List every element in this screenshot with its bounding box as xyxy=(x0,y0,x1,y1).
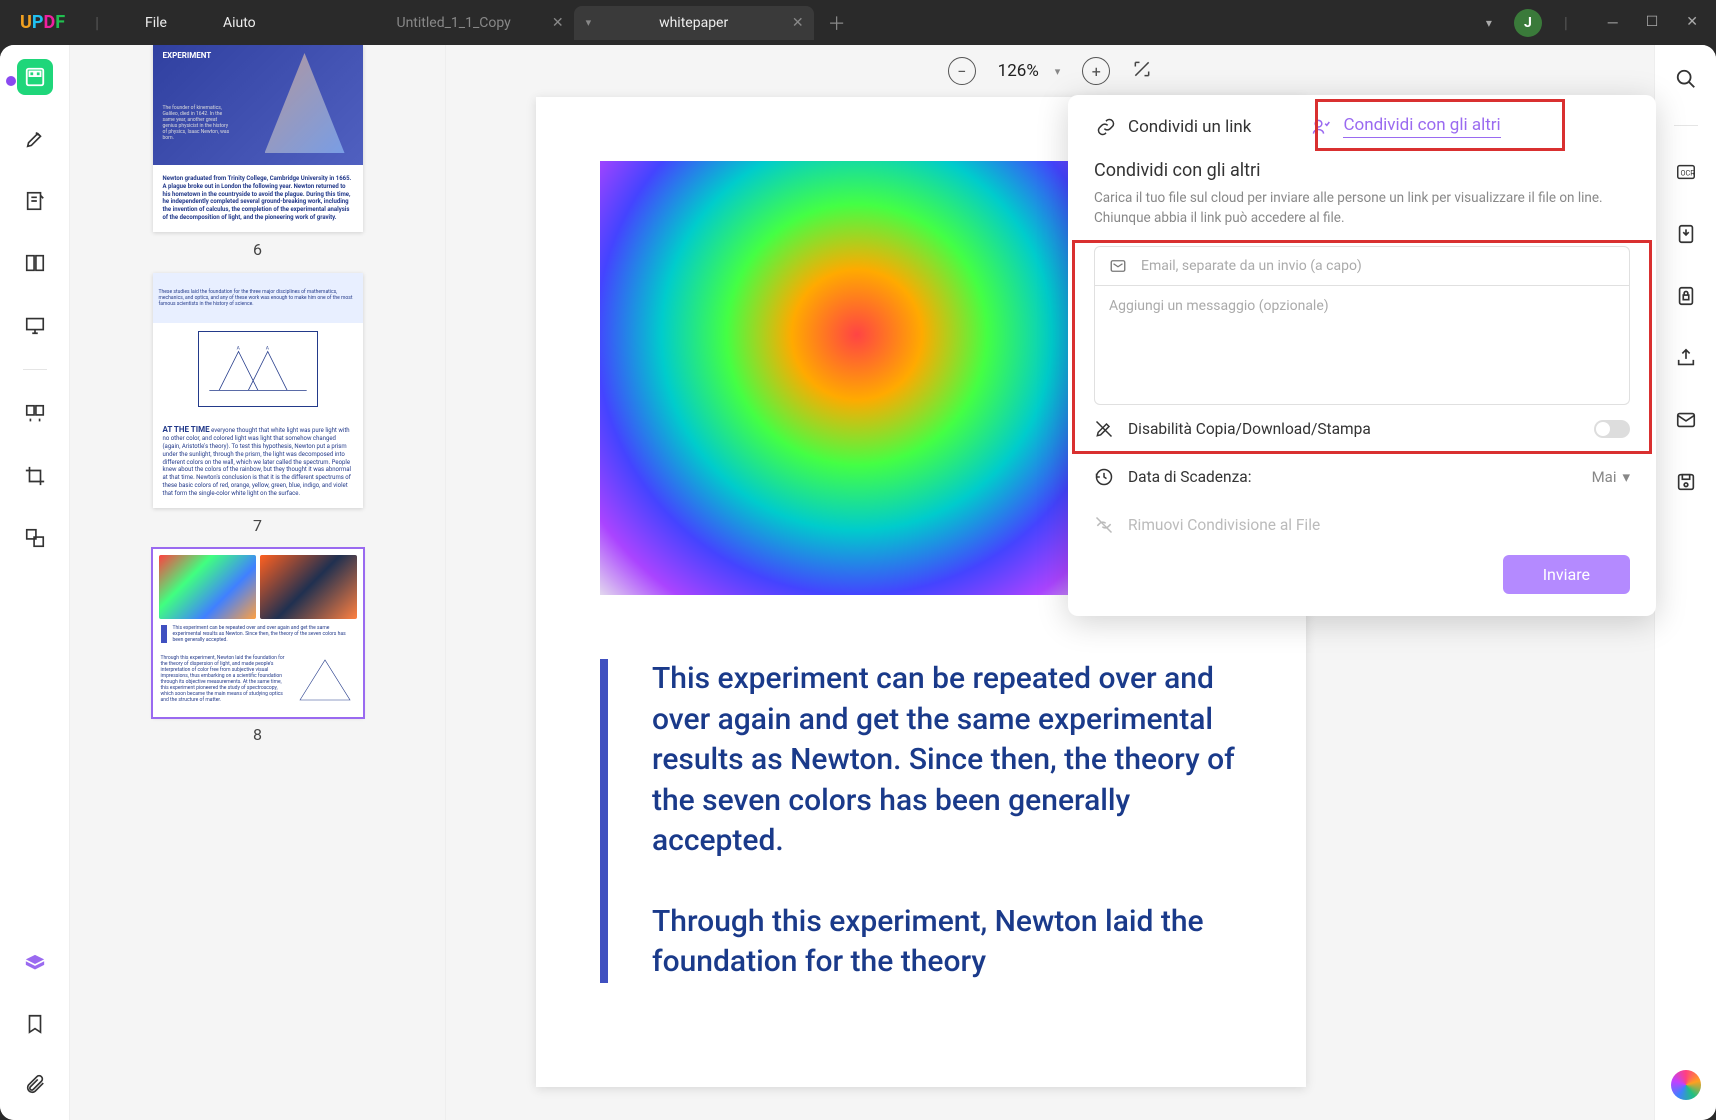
email-input[interactable] xyxy=(1141,258,1615,274)
page-number: 8 xyxy=(120,725,395,744)
add-tab-button[interactable]: ＋ xyxy=(828,10,846,36)
thumb-title: EXPERIMENT xyxy=(163,51,212,60)
right-toolbar: OCR xyxy=(1654,45,1716,1120)
restrict-icon xyxy=(1094,419,1114,439)
thumbnails-button[interactable] xyxy=(17,59,53,95)
chevron-down-icon: ▾ xyxy=(1622,468,1630,486)
chevron-down-icon[interactable]: ▾ xyxy=(1486,16,1492,30)
tab-whitepaper[interactable]: ▾ whitepaper ✕ xyxy=(574,6,814,40)
save-icon[interactable] xyxy=(1670,466,1702,498)
minimize-button[interactable]: ─ xyxy=(1608,14,1618,31)
disable-copy-option: Disabilità Copia/Download/Stampa xyxy=(1094,405,1630,453)
tab-title: whitepaper xyxy=(659,15,728,31)
protect-icon[interactable] xyxy=(1670,280,1702,312)
share-description: Carica il tuo file sul cloud per inviare… xyxy=(1094,189,1630,228)
people-icon xyxy=(1311,117,1331,137)
titlebar: UPDF | File Aiuto Untitled_1_1_Copy ✕ ▾ … xyxy=(0,0,1716,45)
page-number: 6 xyxy=(120,240,395,259)
book-icon[interactable] xyxy=(17,245,53,281)
left-toolbar xyxy=(0,45,70,1120)
paragraph-1: This experiment can be repeated over and… xyxy=(652,659,1242,862)
ai-assistant-icon[interactable] xyxy=(1671,1070,1701,1100)
svg-text:A: A xyxy=(265,345,269,351)
thumbnail-page-7[interactable]: These studies laid the foundation for th… xyxy=(153,273,363,508)
lab-indicator xyxy=(6,76,16,86)
share-panel: Condividi un link Condividi con gli altr… xyxy=(1068,95,1656,616)
thumbnail-panel: EXPERIMENT The founder of kinematics, Ga… xyxy=(70,45,446,1120)
attachment-icon[interactable] xyxy=(17,1066,53,1102)
organize-icon[interactable] xyxy=(17,396,53,432)
note-icon[interactable] xyxy=(17,183,53,219)
unlink-icon xyxy=(1094,515,1114,535)
pin-icon[interactable]: ▾ xyxy=(586,16,592,29)
send-button[interactable]: Inviare xyxy=(1503,555,1630,594)
zoom-out-button[interactable]: − xyxy=(948,57,976,85)
user-avatar[interactable]: J xyxy=(1514,9,1542,37)
remove-share-option: Rimuovi Condivisione al File xyxy=(1094,501,1630,549)
menu-help[interactable]: Aiuto xyxy=(223,15,256,31)
close-icon[interactable]: ✕ xyxy=(552,15,564,31)
mail-icon xyxy=(1109,257,1127,275)
share-link-tab[interactable]: Condividi un link xyxy=(1086,111,1261,143)
zoom-in-button[interactable]: + xyxy=(1082,57,1110,85)
share-heading: Condividi con gli altri xyxy=(1094,160,1630,181)
svg-text:OCR: OCR xyxy=(1680,169,1695,178)
close-button[interactable]: ✕ xyxy=(1686,14,1698,31)
email-icon[interactable] xyxy=(1670,404,1702,436)
menu-file[interactable]: File xyxy=(145,15,167,31)
tab-untitled[interactable]: Untitled_1_1_Copy ✕ xyxy=(334,6,574,40)
export-icon[interactable] xyxy=(1670,342,1702,374)
thumbnail-page-8[interactable]: This experiment can be repeated over and… xyxy=(153,549,363,717)
replace-icon[interactable] xyxy=(17,520,53,556)
tab-title: Untitled_1_1_Copy xyxy=(397,15,511,31)
expiry-option: Data di Scadenza: Mai ▾ xyxy=(1094,453,1630,501)
message-input[interactable] xyxy=(1109,298,1615,388)
convert-icon[interactable] xyxy=(1670,218,1702,250)
app-logo: UPDF xyxy=(20,12,65,33)
present-icon[interactable] xyxy=(17,307,53,343)
share-others-tab[interactable]: Condividi con gli altri xyxy=(1301,109,1510,144)
page-number: 7 xyxy=(120,516,395,535)
link-icon xyxy=(1096,117,1116,137)
ocr-icon[interactable]: OCR xyxy=(1670,156,1702,188)
zoom-value: 126% xyxy=(998,61,1039,81)
history-icon xyxy=(1094,467,1114,487)
layers-icon[interactable] xyxy=(17,946,53,982)
maximize-button[interactable]: ☐ xyxy=(1646,14,1659,31)
fit-icon[interactable] xyxy=(1132,59,1152,83)
svg-text:A: A xyxy=(236,345,240,351)
search-icon[interactable] xyxy=(1670,63,1702,95)
zoom-toolbar: − 126% ▾ + xyxy=(446,45,1654,97)
disable-copy-toggle[interactable] xyxy=(1594,420,1630,438)
highlighter-icon[interactable] xyxy=(17,121,53,157)
paragraph-2: Through this experiment, Newton laid the… xyxy=(652,902,1242,983)
zoom-dropdown[interactable]: ▾ xyxy=(1055,65,1061,78)
crop-icon[interactable] xyxy=(17,458,53,494)
bookmark-icon[interactable] xyxy=(17,1006,53,1042)
thumbnail-page-6[interactable]: EXPERIMENT The founder of kinematics, Ga… xyxy=(153,45,363,232)
close-icon[interactable]: ✕ xyxy=(792,15,804,31)
expiry-dropdown[interactable]: Mai ▾ xyxy=(1592,468,1630,486)
